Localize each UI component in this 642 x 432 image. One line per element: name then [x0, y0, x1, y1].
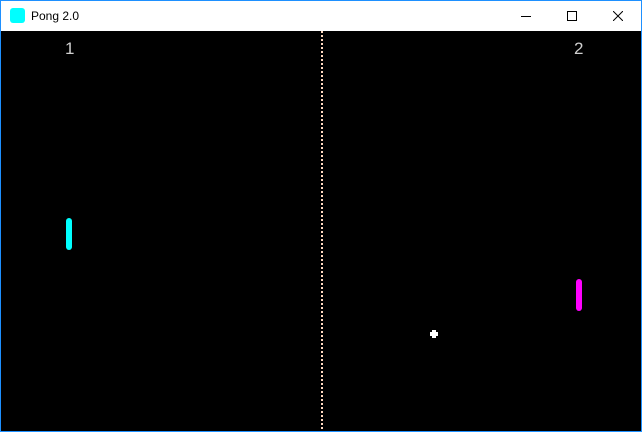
maximize-icon [567, 11, 577, 21]
maximize-button[interactable] [549, 1, 595, 31]
ball [430, 330, 438, 338]
minimize-button[interactable] [503, 1, 549, 31]
minimize-icon [521, 16, 531, 17]
window-title: Pong 2.0 [31, 9, 80, 23]
game-playfield[interactable]: 1 2 [1, 31, 641, 431]
center-net [321, 31, 323, 431]
player2-score: 2 [574, 39, 584, 58]
title-bar[interactable]: Pong 2.0 [1, 1, 641, 31]
app-icon [10, 8, 25, 23]
close-button[interactable] [595, 1, 641, 31]
player1-paddle [66, 218, 72, 250]
game-window: Pong 2.0 1 2 [0, 0, 642, 432]
player2-paddle [576, 279, 582, 311]
player1-score: 1 [65, 39, 75, 58]
close-icon [613, 11, 623, 21]
